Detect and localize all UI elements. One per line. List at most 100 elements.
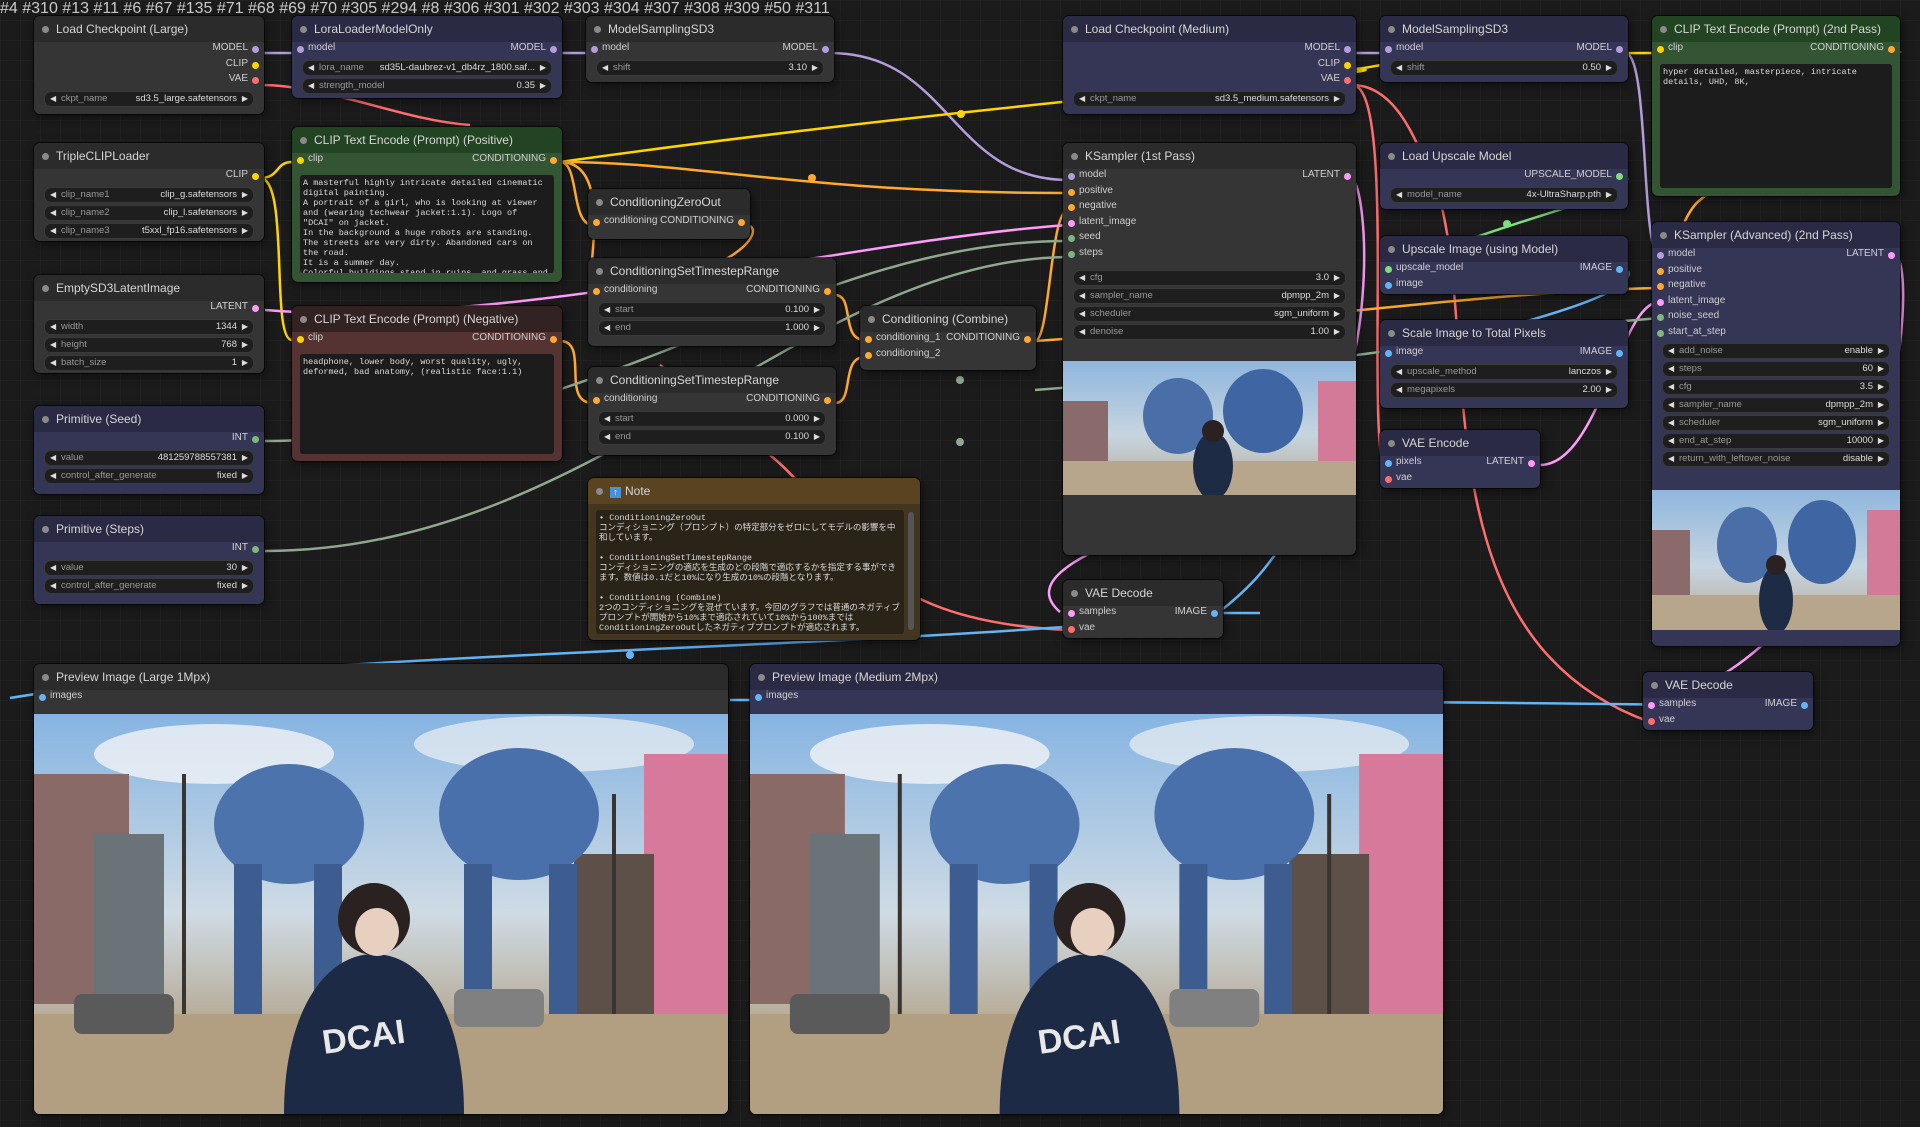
socket-images-in[interactable]: [755, 694, 762, 701]
socket-image-out[interactable]: [1616, 266, 1623, 273]
widget-ckpt-name[interactable]: ◀ ckpt_name sd3.5_large.safetensors ▶: [44, 90, 254, 107]
socket-image-in[interactable]: [1385, 350, 1392, 357]
widget-model-name[interactable]: ◀ model_name 4x-UltraSharp.pth ▶: [1390, 186, 1618, 203]
socket-model-in[interactable]: [297, 46, 304, 53]
socket-conditioning-out[interactable]: [1024, 336, 1031, 343]
widget-end-at-step[interactable]: ◀ end_at_step 10000 ▶: [1662, 433, 1890, 449]
node-vae-decode-2[interactable]: VAE Decode samples IMAGE vae: [1643, 672, 1813, 730]
widget-height[interactable]: ◀ height 768 ▶: [44, 336, 254, 353]
socket-vae-in[interactable]: [1068, 625, 1075, 633]
socket-samples-in[interactable]: [1068, 610, 1075, 617]
socket-samples-in[interactable]: [1648, 702, 1655, 709]
prompt-textarea[interactable]: A masterful highly intricate detailed ci…: [300, 174, 554, 273]
socket-negative-in[interactable]: [1068, 204, 1075, 211]
socket-latent-out[interactable]: [1344, 173, 1351, 180]
socket-model-in[interactable]: [591, 46, 598, 53]
socket-latent-out[interactable]: [1888, 252, 1895, 259]
socket-start-at-step-in[interactable]: [1657, 329, 1664, 337]
node-model-sampling-sd3-a[interactable]: ModelSamplingSD3 model MODEL ◀ shift 3.10 ▶: [586, 16, 834, 82]
socket-conditioning-in[interactable]: [593, 219, 600, 226]
node-vae-encode[interactable]: VAE Encode pixels LATENT vae: [1380, 430, 1540, 488]
widget-clip-name1[interactable]: ◀ clip_name1 clip_g.safetensors ▶: [44, 186, 254, 203]
socket-image-out[interactable]: [1801, 702, 1808, 709]
widget-return-with-leftover-noise[interactable]: ◀ return_with_leftover_noise disable ▶: [1662, 451, 1890, 467]
node-model-sampling-sd3-b[interactable]: ModelSamplingSD3 model MODEL ◀ shift 0.50 ▶: [1380, 16, 1628, 82]
widget-scheduler[interactable]: ◀ scheduler sgm_uniform ▶: [1073, 306, 1346, 322]
node-clip-text-encode-negative[interactable]: CLIP Text Encode (Prompt) (Negative) cli…: [292, 306, 562, 461]
node-preview-image-medium[interactable]: Preview Image (Medium 2Mpx) images DCAI: [750, 664, 1443, 1114]
note-scrollbar[interactable]: [908, 512, 914, 630]
widget-end[interactable]: ◀ end 1.000 ▶: [598, 319, 826, 336]
socket-upscale-model-out[interactable]: [1616, 173, 1623, 180]
widget-megapixels[interactable]: ◀ megapixels 2.00 ▶: [1390, 381, 1618, 398]
socket-conditioning-in[interactable]: [593, 397, 600, 404]
socket-conditioning1-in[interactable]: [865, 336, 872, 343]
socket-image-in[interactable]: [1385, 281, 1392, 289]
widget-batch-size[interactable]: ◀ batch_size 1 ▶: [44, 354, 254, 371]
socket-vae-in[interactable]: [1385, 475, 1392, 483]
socket-conditioning-out[interactable]: [738, 219, 745, 226]
socket-conditioning-in[interactable]: [593, 288, 600, 295]
node-scale-image-total-pixels[interactable]: Scale Image to Total Pixels image IMAGE ◀…: [1380, 320, 1628, 408]
socket-model-out[interactable]: [1616, 46, 1623, 53]
node-clip-text-encode-positive[interactable]: CLIP Text Encode (Prompt) (Positive) cli…: [292, 127, 562, 282]
socket-vae-out[interactable]: [252, 77, 259, 84]
widget-denoise[interactable]: ◀ denoise 1.00 ▶: [1073, 324, 1346, 340]
socket-int-out[interactable]: [252, 546, 259, 553]
socket-clip-out[interactable]: [252, 61, 259, 69]
socket-conditioning-out[interactable]: [550, 157, 557, 164]
widget-value[interactable]: ◀ value 30 ▶: [44, 559, 254, 576]
widget-sampler-name[interactable]: ◀ sampler_name dpmpp_2m ▶: [1073, 288, 1346, 304]
widget-control-after-generate[interactable]: ◀ control_after_generate fixed ▶: [44, 577, 254, 594]
node-conditioning-set-timestep-range-1[interactable]: ConditioningSetTimestepRange conditionin…: [588, 258, 836, 346]
node-conditioning-set-timestep-range-2[interactable]: ConditioningSetTimestepRange conditionin…: [588, 367, 836, 455]
node-primitive-steps[interactable]: Primitive (Steps) INT ◀ value 30 ▶ ◀ control…: [34, 516, 264, 604]
socket-upscale-model-in[interactable]: [1385, 266, 1392, 273]
node-load-upscale-model[interactable]: Load Upscale Model UPSCALE_MODEL ◀ model_…: [1380, 143, 1628, 209]
node-primitive-seed[interactable]: Primitive (Seed) INT ◀ value 4812597885573…: [34, 406, 264, 494]
socket-conditioning-out[interactable]: [824, 397, 831, 404]
node-clip-text-encode-2nd-pass[interactable]: CLIP Text Encode (Prompt) (2nd Pass) cli…: [1652, 16, 1900, 196]
widget-end[interactable]: ◀ end 0.100 ▶: [598, 428, 826, 445]
widget-start[interactable]: ◀ start 0.100 ▶: [598, 301, 826, 318]
socket-clip-out[interactable]: [252, 173, 259, 180]
widget-scheduler[interactable]: ◀ scheduler sgm_uniform ▶: [1662, 415, 1890, 431]
socket-image-out[interactable]: [1616, 350, 1623, 357]
note-textarea[interactable]: • ConditioningZeroOut コンディショニング（プロンプト）の特…: [596, 510, 904, 634]
socket-model-in[interactable]: [1385, 46, 1392, 53]
socket-model-in[interactable]: [1657, 252, 1664, 259]
socket-steps-in[interactable]: [1068, 250, 1075, 258]
widget-lora-name[interactable]: ◀ lora_name sd35L-daubrez-v1_db4rz_1800.sa…: [302, 59, 552, 76]
widget-clip-name3[interactable]: ◀ clip_name3 t5xxl_fp16.safetensors ▶: [44, 222, 254, 239]
widget-shift[interactable]: ◀ shift 0.50 ▶: [1390, 59, 1618, 76]
node-lora-loader[interactable]: LoraLoaderModelOnly model MODEL ◀ lora_nam…: [292, 16, 562, 98]
node-vae-decode-1[interactable]: VAE Decode samples IMAGE vae: [1063, 580, 1223, 638]
node-upscale-image[interactable]: Upscale Image (using Model) upscale_mode…: [1380, 236, 1628, 294]
socket-clip-in[interactable]: [1657, 46, 1664, 53]
node-load-checkpoint-large[interactable]: Load Checkpoint (Large) MODEL CLIP VAE ◀…: [34, 16, 264, 114]
socket-positive-in[interactable]: [1068, 188, 1075, 196]
node-conditioning-zero-out[interactable]: ConditioningZeroOut conditioning CONDITIO…: [588, 189, 750, 239]
socket-image-out[interactable]: [1211, 610, 1218, 617]
socket-int-out[interactable]: [252, 436, 259, 443]
socket-images-in[interactable]: [39, 694, 46, 701]
widget-sampler-name[interactable]: ◀ sampler_name dpmpp_2m ▶: [1662, 397, 1890, 413]
widget-strength-model[interactable]: ◀ strength_model 0.35 ▶: [302, 77, 552, 94]
socket-vae-out[interactable]: [1344, 77, 1351, 84]
widget-control-after-generate[interactable]: ◀ control_after_generate fixed ▶: [44, 467, 254, 484]
socket-latent-image-in[interactable]: [1657, 298, 1664, 306]
socket-clip-in[interactable]: [297, 157, 304, 164]
node-empty-sd3-latent-image[interactable]: EmptySD3LatentImage LATENT ◀ width 1344 ▶ ◀…: [34, 275, 264, 373]
socket-conditioning-out[interactable]: [1888, 46, 1895, 53]
widget-cfg[interactable]: ◀ cfg 3.5 ▶: [1662, 379, 1890, 395]
socket-model-in[interactable]: [1068, 173, 1075, 180]
node-conditioning-combine[interactable]: Conditioning (Combine) conditioning_1 CON…: [860, 306, 1036, 370]
widget-clip-name2[interactable]: ◀ clip_name2 clip_l.safetensors ▶: [44, 204, 254, 221]
socket-positive-in[interactable]: [1657, 267, 1664, 275]
node-load-checkpoint-medium[interactable]: Load Checkpoint (Medium) MODEL CLIP VAE …: [1063, 16, 1356, 114]
widget-steps[interactable]: ◀ steps 60 ▶: [1662, 361, 1890, 377]
node-ksampler-1st-pass[interactable]: KSampler (1st Pass) model LATENT positive…: [1063, 143, 1356, 555]
socket-latent-out[interactable]: [252, 305, 259, 312]
negative-prompt-textarea[interactable]: headphone, lower body, worst quality, ug…: [300, 353, 554, 454]
node-ksampler-advanced-2nd-pass[interactable]: KSampler (Advanced) (2nd Pass) model LATE…: [1652, 222, 1900, 646]
